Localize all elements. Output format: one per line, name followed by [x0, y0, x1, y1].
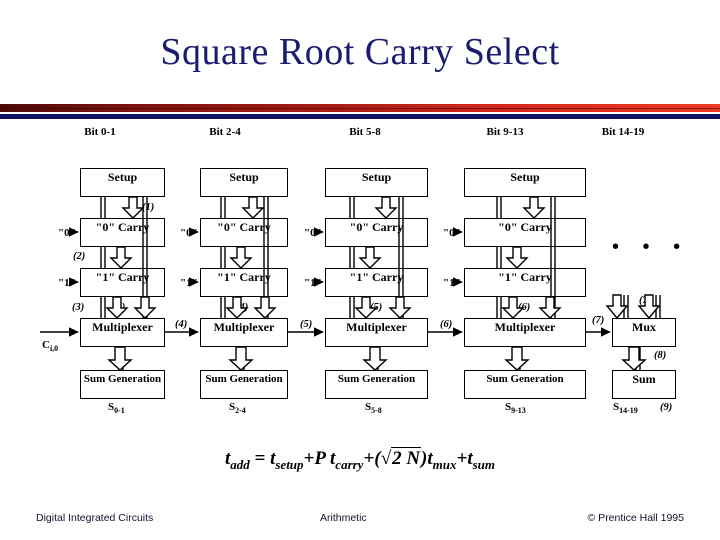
block-carry1-col4: "1" Carry	[464, 268, 586, 297]
block-sum-col5: Sum	[612, 370, 676, 399]
block-sum-col1: Sum Generation	[80, 370, 165, 399]
carry-in-label: Ci,0	[42, 339, 58, 353]
annotation-5-col3: (5)	[370, 302, 383, 313]
sum-subscript-col4: 9-13	[511, 406, 526, 416]
page-title: Square Root Carry Select	[160, 31, 560, 73]
annotation-9-col5: (9)	[660, 402, 673, 413]
sum-subscript-col5: 14-19	[619, 406, 638, 416]
slide-footer: Digital Integrated Circuits Arithmetic ©…	[0, 512, 720, 532]
ellipsis-dots: • • •	[612, 236, 690, 258]
formula-plus-1: +	[303, 448, 315, 469]
input-label-one-col2: "1"	[180, 277, 198, 289]
sqrt-icon: √	[380, 448, 392, 469]
block-setup-col1: Setup	[80, 168, 165, 197]
column-header-bit-5-8: Bit 5-8	[349, 126, 381, 138]
annotation-1: (1)	[142, 202, 155, 213]
block-carry1-col2: "1" Carry	[200, 268, 288, 297]
annotation-5-link: (5)	[300, 319, 313, 330]
block-setup-col2: Setup	[200, 168, 288, 197]
annotation-6-col4: (6)	[518, 302, 531, 313]
annotation-2: (2)	[73, 251, 86, 262]
annotation-7-link: (7)	[592, 315, 605, 326]
sum-output-label-col4: S9-13	[505, 401, 526, 415]
formula-t-mux: tmux	[427, 448, 457, 472]
formula-t-add: tadd	[225, 448, 250, 472]
input-label-one-col3: "1"	[304, 277, 322, 289]
formula-sub-setup: setup	[275, 456, 304, 472]
block-setup-col4: Setup	[464, 168, 586, 197]
block-mux-col5: Mux	[612, 318, 676, 347]
formula-sub-carry: carry	[335, 456, 364, 472]
block-mux-col2: Multiplexer	[200, 318, 288, 347]
sum-subscript-col2: 2-4	[235, 406, 246, 416]
footer-left-text: Digital Integrated Circuits	[36, 512, 154, 524]
input-label-zero-col2: "0"	[180, 227, 198, 239]
formula-coef-p: P	[314, 448, 326, 469]
annotation-8-col5: (8)	[654, 350, 667, 361]
formula-radicand: 2 N	[391, 447, 422, 469]
input-label-zero-col1: "0"	[58, 227, 76, 239]
annotation-4-col2: (4)	[236, 302, 249, 313]
timing-formula: tadd = tsetup+P tcarry+(√2 N)tmux+tsum	[0, 447, 720, 473]
block-diagram: Bit 0-1 Bit 2-4 Bit 5-8 Bit 9-13 Bit 14-…	[0, 120, 720, 420]
block-carry1-col1: "1" Carry	[80, 268, 165, 297]
sum-output-label-col1: S0-1	[108, 401, 125, 415]
annotation-6-link: (6)	[440, 319, 453, 330]
block-carry0-col3: "0" Carry	[325, 218, 428, 247]
formula-t-setup: tsetup	[270, 448, 304, 472]
block-setup-col3: Setup	[325, 168, 428, 197]
formula-equals: =	[254, 448, 266, 469]
block-sum-col3: Sum Generation	[325, 370, 428, 399]
carry-in-symbol: C	[42, 339, 50, 351]
annotation-7-col5: (7)	[639, 295, 652, 306]
column-header-bit-14-19: Bit 14-19	[601, 126, 645, 138]
block-carry1-col3: "1" Carry	[325, 268, 428, 297]
input-label-zero-col4: "0"	[443, 227, 461, 239]
column-header-bit-2-4: Bit 2-4	[209, 126, 241, 138]
block-carry0-col4: "0" Carry	[464, 218, 586, 247]
formula-t-sum: tsum	[467, 448, 496, 472]
block-mux-col3: Multiplexer	[325, 318, 428, 347]
divider-dark-line	[0, 108, 720, 109]
formula-sub-add: add	[230, 456, 250, 472]
footer-center-text: Arithmetic	[320, 512, 367, 524]
annotation-3-right: (3)	[113, 302, 126, 313]
annotation-3-left: (3)	[72, 302, 85, 313]
annotation-4-link: (4)	[175, 319, 188, 330]
sum-output-label-col2: S2-4	[229, 401, 246, 415]
input-label-one-col1: "1"	[58, 277, 76, 289]
formula-sub-mux: mux	[432, 456, 457, 472]
formula-sub-sum: sum	[472, 456, 496, 472]
block-mux-col1: Multiplexer	[80, 318, 165, 347]
block-carry0-col1: "0" Carry	[80, 218, 165, 247]
formula-plus-2: +	[363, 448, 375, 469]
footer-right-text: © Prentice Hall 1995	[587, 512, 684, 524]
formula-t-carry: tcarry	[330, 448, 364, 472]
block-mux-col4: Multiplexer	[464, 318, 586, 347]
input-label-one-col4: "1"	[443, 277, 461, 289]
column-header-bit-0-1: Bit 0-1	[84, 126, 116, 138]
sum-subscript-col1: 0-1	[114, 406, 125, 416]
sum-subscript-col3: 5-8	[371, 406, 382, 416]
block-sum-col2: Sum Generation	[200, 370, 288, 399]
formula-plus-3: +	[456, 448, 468, 469]
sum-output-label-col5: S14-19	[613, 401, 638, 415]
input-label-zero-col3: "0"	[304, 227, 322, 239]
decorative-divider-bar	[0, 104, 720, 120]
column-header-bit-9-13: Bit 9-13	[486, 126, 524, 138]
sum-output-label-col3: S5-8	[365, 401, 382, 415]
block-carry0-col2: "0" Carry	[200, 218, 288, 247]
carry-in-subscript: i,0	[49, 344, 59, 354]
block-sum-col4: Sum Generation	[464, 370, 586, 399]
